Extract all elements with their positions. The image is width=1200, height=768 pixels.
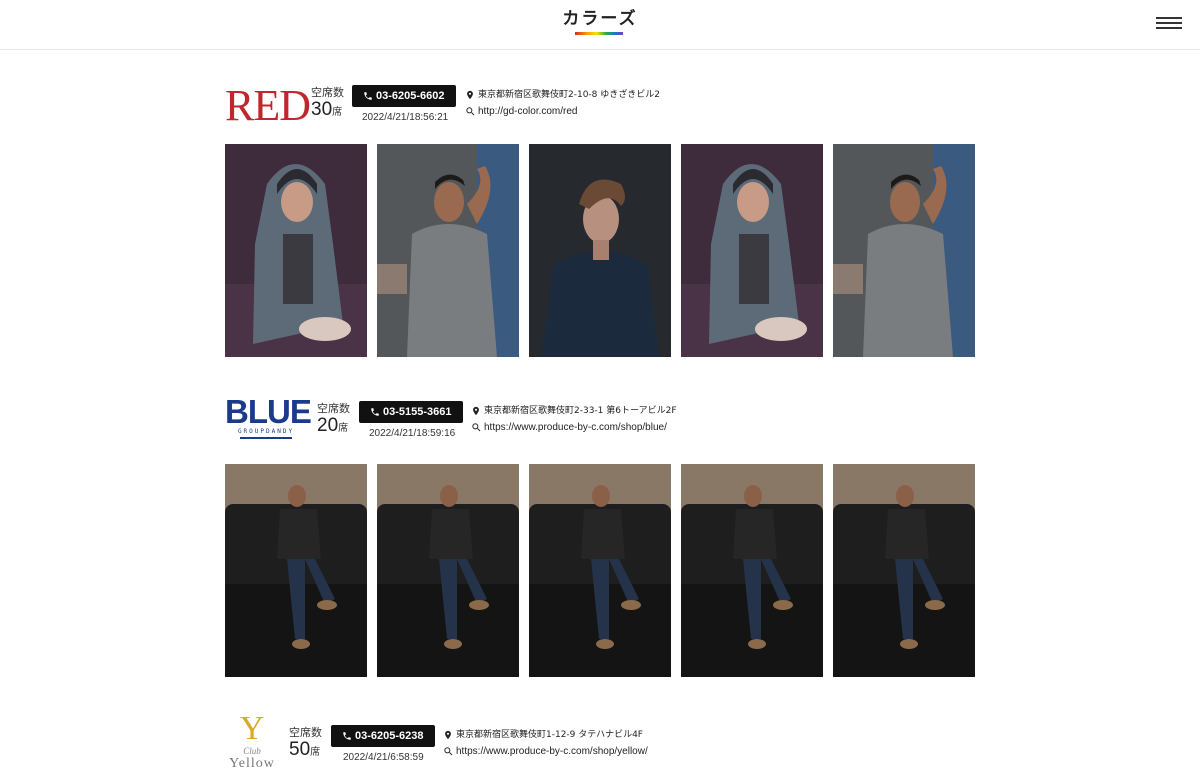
address-row: 東京都新宿区歌舞伎町2-33-1 第6トーアビル2F xyxy=(471,405,771,417)
shop-url-link[interactable]: https://www.produce-by-c.com/shop/blue/ xyxy=(484,422,667,434)
cast-photo[interactable] xyxy=(377,144,519,357)
address-row: 東京都新宿区歌舞伎町1-12-9 タテハナビル4F xyxy=(443,729,743,741)
seats-label: 空席数 xyxy=(311,86,344,99)
search-icon xyxy=(444,747,453,756)
url-row: https://www.produce-by-c.com/shop/blue/ xyxy=(471,422,771,434)
search-icon xyxy=(466,107,475,116)
tel-button[interactable]: 03-6205-6238 xyxy=(331,725,435,747)
seats-label: 空席数 xyxy=(289,726,322,739)
site-header: カラーズ xyxy=(0,0,1200,50)
brand-name: Yellow xyxy=(229,756,275,768)
tel-button[interactable]: 03-6205-6602 xyxy=(352,85,456,107)
brand-underline xyxy=(240,437,292,439)
seats-number: 30 xyxy=(311,99,333,120)
seats-unit: 席 xyxy=(310,747,321,758)
cast-photo[interactable] xyxy=(529,464,671,677)
tel-number: 03-6205-6238 xyxy=(355,730,424,742)
seats-number: 50 xyxy=(289,739,311,760)
brand-name: BLUE xyxy=(225,393,312,430)
tel-number: 03-6205-6602 xyxy=(376,90,445,102)
tel-number: 03-5155-3661 xyxy=(383,406,452,418)
url-row: https://www.produce-by-c.com/shop/yellow… xyxy=(443,746,743,758)
hamburger-menu-icon[interactable] xyxy=(1156,17,1182,31)
logo-color-bar xyxy=(575,32,623,35)
brand-club: Club xyxy=(243,746,261,756)
shop-logo-red[interactable]: RED xyxy=(225,81,311,130)
shop-logo-yellow[interactable]: Y Club Yellow xyxy=(225,712,279,768)
shop-url-link[interactable]: https://www.produce-by-c.com/shop/yellow… xyxy=(456,746,648,758)
map-pin-icon xyxy=(445,730,451,740)
cast-photo[interactable] xyxy=(377,464,519,677)
url-row: http://gd-color.com/red xyxy=(465,106,765,118)
brand-mark: Y xyxy=(239,712,265,747)
shop-logo-blue[interactable]: BLUE GROUPDANDY xyxy=(225,393,312,439)
cast-photo[interactable] xyxy=(225,464,367,677)
updated-time: 2022/4/21/18:56:21 xyxy=(362,112,449,123)
phone-icon xyxy=(364,92,372,100)
map-pin-icon xyxy=(473,406,479,416)
shop-address: 東京都新宿区歌舞伎町2-10-8 ゆきざきビル2 xyxy=(478,90,660,100)
cast-photo[interactable] xyxy=(225,144,367,357)
shop-yellow: Y Club Yellow 空席数 50席 03-6205-6238 2022/… xyxy=(225,712,985,768)
site-logo-text: カラーズ xyxy=(562,9,638,29)
shop-url-link[interactable]: http://gd-color.com/red xyxy=(478,106,578,118)
cast-photo[interactable] xyxy=(529,144,671,357)
cast-photo[interactable] xyxy=(681,464,823,677)
address-row: 東京都新宿区歌舞伎町2-10-8 ゆきざきビル2 xyxy=(465,89,765,101)
brand-name: RED xyxy=(225,81,311,130)
seat-count: 空席数 50席 xyxy=(289,726,322,761)
cast-photo[interactable] xyxy=(681,144,823,357)
cast-photo[interactable] xyxy=(833,144,975,357)
map-pin-icon xyxy=(467,90,473,100)
updated-time: 2022/4/21/18:59:16 xyxy=(369,428,456,439)
tel-button[interactable]: 03-5155-3661 xyxy=(359,401,463,423)
search-icon xyxy=(472,423,481,432)
seats-unit: 席 xyxy=(338,423,349,434)
seats-label: 空席数 xyxy=(317,402,350,415)
site-logo[interactable]: カラーズ xyxy=(557,8,643,36)
seat-count: 空席数 20席 xyxy=(317,402,350,437)
phone-icon xyxy=(371,408,379,416)
seat-count: 空席数 30席 xyxy=(311,86,344,121)
seats-number: 20 xyxy=(317,415,339,436)
seats-unit: 席 xyxy=(332,107,343,118)
phone-icon xyxy=(343,732,351,740)
shop-address: 東京都新宿区歌舞伎町1-12-9 タテハナビル4F xyxy=(456,730,643,740)
shop-address: 東京都新宿区歌舞伎町2-33-1 第6トーアビル2F xyxy=(484,406,677,416)
updated-time: 2022/4/21/6:58:59 xyxy=(343,752,424,763)
cast-photo[interactable] xyxy=(833,464,975,677)
